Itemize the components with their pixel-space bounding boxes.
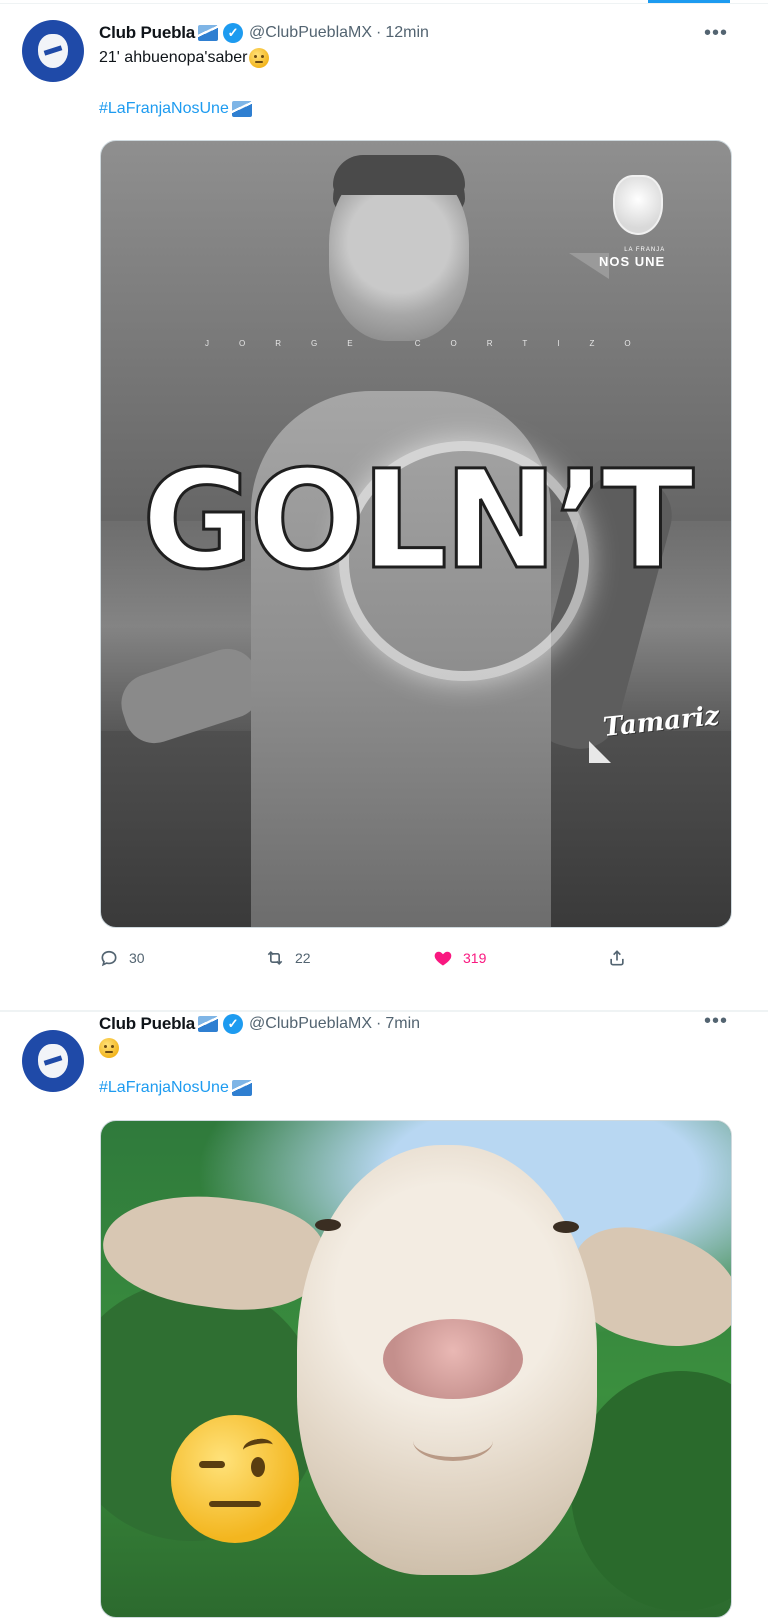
retweet-icon	[265, 948, 285, 968]
decorative-triangle	[589, 741, 611, 763]
club-crest-icon	[38, 34, 68, 68]
emoji-mouth	[209, 1501, 261, 1507]
emoji-brow	[241, 1436, 275, 1459]
club-flag-icon	[198, 25, 219, 41]
club-flag-icon	[198, 1016, 219, 1032]
like-count: 319	[463, 950, 487, 966]
tweet[interactable]: Club Puebla ✓ @ClubPueblaMX · 7min ••• #…	[0, 1010, 768, 1618]
reply-icon	[99, 948, 119, 968]
image-headline: GOLN’T	[140, 441, 695, 602]
club-crest-icon	[613, 175, 663, 235]
hashtag-link[interactable]: #LaFranjaNosUne	[99, 100, 257, 118]
emoji-eye	[251, 1457, 265, 1477]
tweet-text: 21' ahbuenopa'saber	[99, 48, 270, 68]
tweet-actions: 30 22 319	[99, 944, 659, 972]
separator: ·	[376, 1015, 382, 1032]
tweet-image[interactable]	[100, 1120, 732, 1618]
club-flag-icon	[231, 1080, 252, 1096]
club-flag-icon	[231, 101, 252, 117]
author-name[interactable]: Club Puebla	[99, 23, 195, 43]
reply-button[interactable]: 30	[99, 944, 145, 972]
tweet[interactable]: Club Puebla ✓ @ClubPueblaMX · 12min ••• …	[0, 4, 768, 1010]
share-icon	[607, 948, 627, 968]
player-hair	[333, 155, 465, 195]
like-button[interactable]: 319	[433, 944, 486, 972]
hashtag-link[interactable]: #LaFranjaNosUne	[99, 1079, 257, 1097]
share-button[interactable]	[607, 944, 627, 972]
tweet-text-content: 21' ahbuenopa'saber	[99, 49, 248, 66]
timestamp[interactable]: 7min	[385, 1015, 420, 1033]
tweet-text	[99, 1038, 119, 1058]
crest-motto-main: NOS UNE	[599, 254, 666, 269]
player-name: JORGE CORTIZO	[205, 339, 661, 348]
tweet-header: Club Puebla ✓ @ClubPueblaMX · 12min	[99, 20, 429, 46]
reply-count: 30	[129, 950, 145, 966]
hashtag-text[interactable]: #LaFranjaNosUne	[99, 100, 229, 118]
avatar[interactable]	[22, 20, 84, 82]
timestamp[interactable]: 12min	[385, 24, 429, 42]
crest-motto: LA FRANJA NOS UNE	[599, 247, 665, 269]
verified-badge-icon: ✓	[223, 23, 244, 43]
retweet-count: 22	[295, 950, 311, 966]
raised-eyebrow-emoji-icon	[99, 1038, 119, 1058]
more-horizontal-icon[interactable]: •••	[704, 1010, 728, 1033]
avatar[interactable]	[22, 1030, 84, 1092]
verified-badge-icon: ✓	[223, 1014, 244, 1034]
sweat-smile-emoji-icon	[249, 48, 270, 68]
author-handle[interactable]: @ClubPueblaMX	[249, 1015, 372, 1033]
goat-eye	[315, 1219, 341, 1231]
more-horizontal-icon[interactable]: •••	[704, 22, 728, 45]
tweet-image[interactable]: JORGE CORTIZO GOLN’T LA FRANJA NOS UNE T…	[100, 140, 732, 928]
retweet-button[interactable]: 22	[265, 944, 311, 972]
goat-eye	[553, 1221, 579, 1233]
goat-nose	[383, 1319, 523, 1399]
heart-icon	[433, 948, 453, 968]
author-name[interactable]: Club Puebla	[99, 1014, 195, 1034]
separator: ·	[376, 24, 382, 41]
club-crest-icon	[38, 1044, 68, 1078]
raised-eyebrow-emoji-icon	[171, 1415, 299, 1543]
goat-mouth	[413, 1421, 493, 1461]
emoji-eye	[199, 1461, 225, 1468]
hashtag-text[interactable]: #LaFranjaNosUne	[99, 1079, 229, 1097]
author-handle[interactable]: @ClubPueblaMX	[249, 24, 372, 42]
tweet-header: Club Puebla ✓ @ClubPueblaMX · 7min	[99, 1011, 420, 1037]
crest-motto-small: LA FRANJA	[624, 247, 666, 253]
